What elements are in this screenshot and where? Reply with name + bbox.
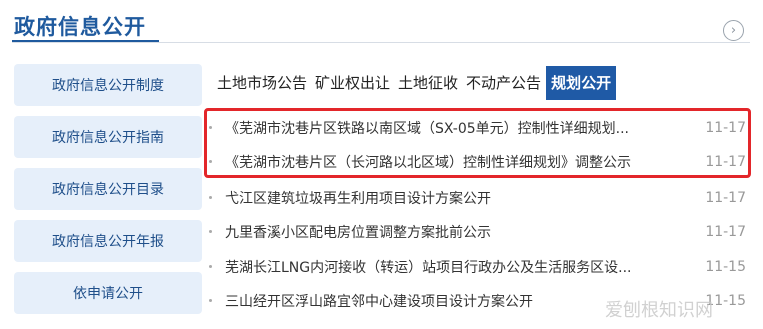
bullet-icon bbox=[209, 265, 212, 268]
tab-real-estate[interactable]: 不动产公告 bbox=[463, 66, 544, 100]
tab-bar: 土地市场公告 矿业权出让 土地征收 不动产公告 规划公开 bbox=[214, 66, 618, 100]
tab-land-expropriation[interactable]: 土地征收 bbox=[395, 66, 461, 100]
chevron-right-icon: › bbox=[730, 23, 737, 38]
sidebar-item-annual-report[interactable]: 政府信息公开年报 bbox=[14, 220, 202, 262]
news-date: 11-15 bbox=[705, 259, 746, 275]
news-date: 11-17 bbox=[705, 224, 746, 240]
bullet-icon bbox=[209, 230, 212, 233]
news-title[interactable]: 芜湖长江LNG内河接收（转运）站项目行政办公及生活服务区设... bbox=[225, 257, 695, 277]
tab-land-market[interactable]: 土地市场公告 bbox=[214, 66, 310, 100]
sidebar-item-disclosure-guide[interactable]: 政府信息公开指南 bbox=[14, 116, 202, 158]
bullet-icon bbox=[209, 196, 212, 199]
news-date: 11-17 bbox=[705, 190, 746, 206]
tab-planning[interactable]: 规划公开 bbox=[546, 66, 617, 100]
section-title: 政府信息公开 bbox=[14, 15, 146, 39]
bullet-icon bbox=[209, 299, 212, 302]
section-header: 政府信息公开 › bbox=[0, 0, 763, 46]
tab-mining-rights[interactable]: 矿业权出让 bbox=[312, 66, 393, 100]
sidebar-item-disclosure-system[interactable]: 政府信息公开制度 bbox=[14, 64, 202, 106]
highlight-box bbox=[204, 108, 751, 178]
watermark-text: 爱刨根知识网 bbox=[605, 300, 713, 321]
news-title[interactable]: 弋江区建筑垃圾再生利用项目设计方案公开 bbox=[225, 188, 695, 208]
header-divider bbox=[12, 42, 750, 43]
sidebar-item-disclosure-catalog[interactable]: 政府信息公开目录 bbox=[14, 168, 202, 210]
news-title[interactable]: 九里香溪小区配电房位置调整方案批前公示 bbox=[225, 222, 695, 242]
list-item[interactable]: 弋江区建筑垃圾再生利用项目设计方案公开 11-17 bbox=[207, 182, 752, 214]
sidebar-item-request-disclosure[interactable]: 依申请公开 bbox=[14, 272, 202, 314]
more-button[interactable]: › bbox=[723, 20, 744, 41]
list-item[interactable]: 芜湖长江LNG内河接收（转运）站项目行政办公及生活服务区设... 11-15 bbox=[207, 251, 752, 283]
list-item[interactable]: 九里香溪小区配电房位置调整方案批前公示 11-17 bbox=[207, 216, 752, 248]
